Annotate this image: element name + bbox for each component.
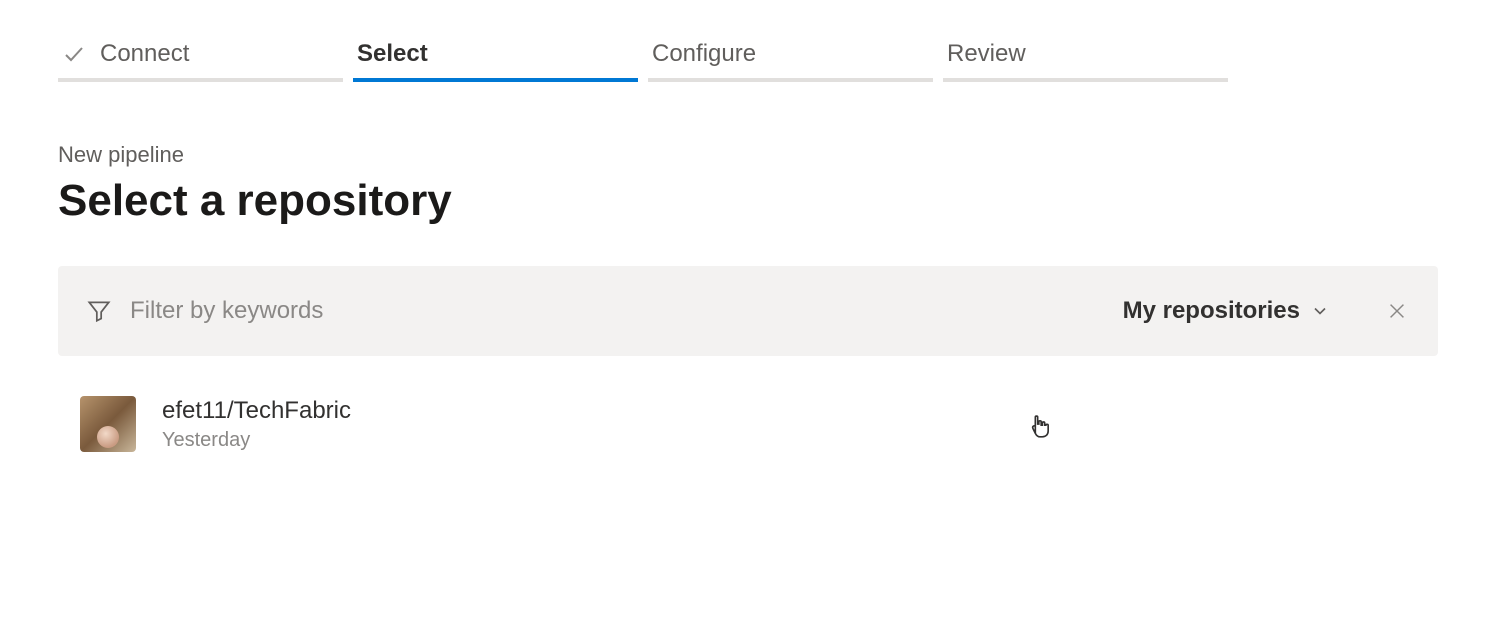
pipeline-stepper: Connect Select Configure Review — [58, 30, 1438, 82]
step-select[interactable]: Select — [353, 30, 638, 82]
step-connect[interactable]: Connect — [58, 30, 343, 82]
step-label: Select — [357, 40, 428, 68]
repo-scope-dropdown[interactable]: My repositories — [1115, 297, 1338, 325]
step-review[interactable]: Review — [943, 30, 1228, 82]
repo-list: efet11/TechFabric Yesterday — [58, 376, 1438, 472]
step-label: Review — [947, 40, 1026, 68]
step-label: Connect — [100, 40, 189, 68]
avatar — [80, 396, 136, 452]
page-header: New pipeline Select a repository — [58, 142, 1438, 226]
chevron-down-icon — [1310, 301, 1330, 321]
repo-item[interactable]: efet11/TechFabric Yesterday — [58, 376, 1438, 472]
check-icon — [62, 42, 86, 66]
page-subtitle: New pipeline — [58, 142, 1438, 168]
page-title: Select a repository — [58, 176, 1438, 226]
step-configure[interactable]: Configure — [648, 30, 933, 82]
filter-bar: My repositories — [58, 266, 1438, 356]
filter-input[interactable] — [130, 297, 1097, 325]
dropdown-label: My repositories — [1123, 297, 1300, 325]
repo-updated: Yesterday — [162, 429, 351, 452]
funnel-icon — [86, 298, 112, 324]
close-icon[interactable] — [1386, 299, 1410, 323]
repo-meta: efet11/TechFabric Yesterday — [162, 397, 351, 452]
pointer-cursor-icon — [1026, 406, 1056, 442]
repo-name: efet11/TechFabric — [162, 397, 351, 425]
step-label: Configure — [652, 40, 756, 68]
